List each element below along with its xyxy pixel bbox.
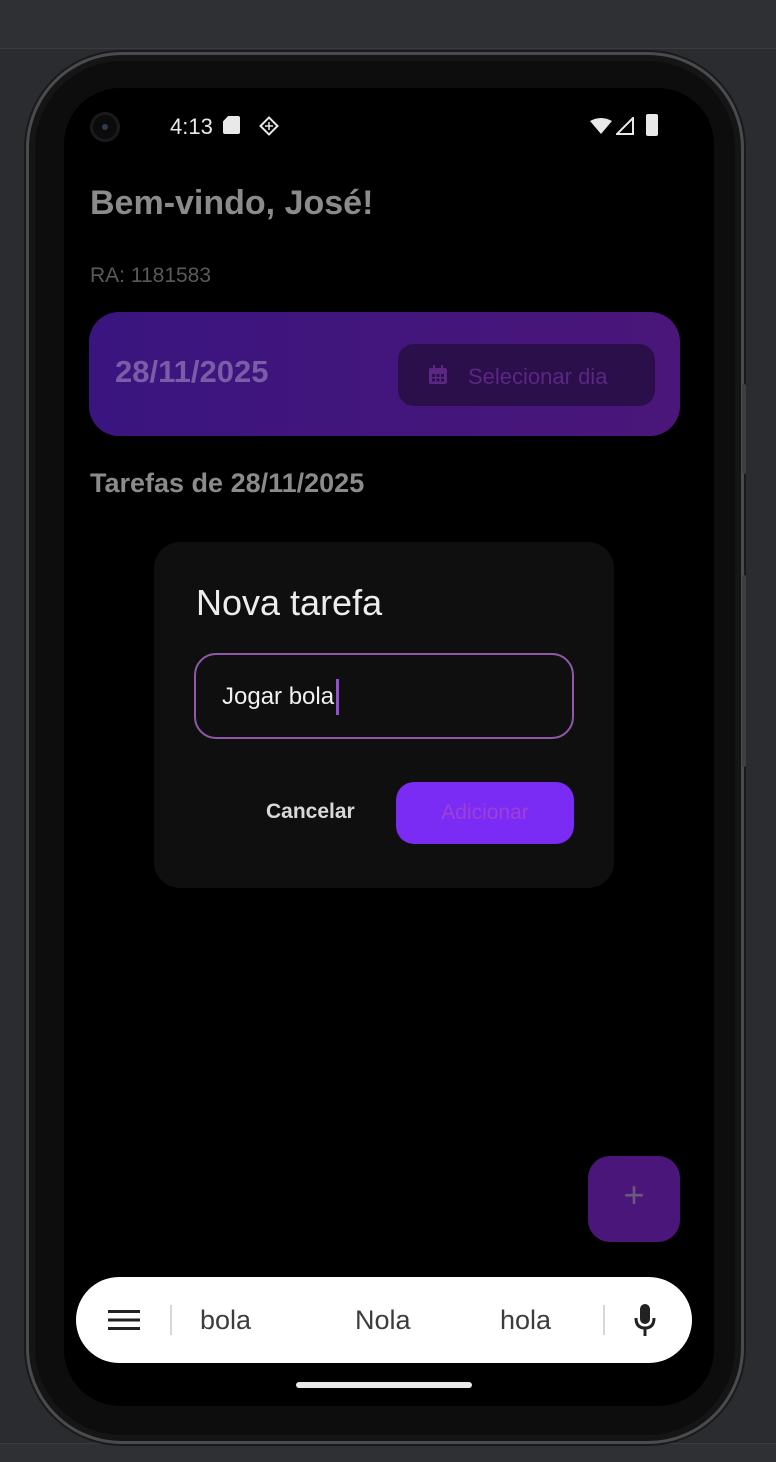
task-name-input[interactable]: Jogar bola <box>194 653 574 739</box>
suggestion-divider <box>603 1305 605 1335</box>
select-day-button[interactable]: Selecionar dia <box>398 344 655 406</box>
menu-icon[interactable] <box>108 1308 140 1332</box>
keyboard-suggestion-bar: bola Nola hola <box>76 1277 692 1363</box>
add-button-label: Adicionar <box>441 801 529 824</box>
suggestion-3[interactable]: hola <box>500 1305 551 1336</box>
app-screen: 4:13 Bem-vindo, José! RA: 1181583 28/11/… <box>64 88 714 1406</box>
battery-icon <box>646 114 658 136</box>
window-bottom-strip <box>0 1443 776 1462</box>
dialog-title: Nova tarefa <box>196 582 383 623</box>
diamond-notification-icon <box>259 116 279 136</box>
suggestion-2[interactable]: Nola <box>355 1305 411 1336</box>
volume-button[interactable] <box>742 575 746 767</box>
front-camera <box>90 112 120 142</box>
add-button[interactable]: Adicionar <box>396 782 574 844</box>
date-card: 28/11/2025 Selecionar dia <box>89 312 680 436</box>
mic-icon[interactable] <box>634 1304 656 1336</box>
text-cursor <box>336 679 339 715</box>
select-day-label: Selecionar dia <box>468 364 608 389</box>
plus-icon: + <box>623 1174 645 1215</box>
status-time: 4:13 <box>170 114 213 139</box>
gesture-nav-handle[interactable] <box>296 1382 472 1388</box>
cancel-button[interactable]: Cancelar <box>266 800 355 824</box>
sd-card-icon <box>223 116 240 134</box>
window-top-strip <box>0 0 776 49</box>
new-task-dialog: Nova tarefa Jogar bola Cancelar Adiciona… <box>154 542 614 888</box>
power-button[interactable] <box>742 384 746 474</box>
student-ra: RA: 1181583 <box>90 264 212 287</box>
task-input-value: Jogar bola <box>222 683 335 710</box>
calendar-icon <box>429 365 447 384</box>
suggestion-1[interactable]: bola <box>200 1305 251 1336</box>
signal-icon <box>616 117 634 135</box>
wifi-icon <box>590 118 612 134</box>
selected-date: 28/11/2025 <box>115 354 269 389</box>
welcome-heading: Bem-vindo, José! <box>90 184 374 222</box>
suggestion-divider <box>170 1305 172 1335</box>
add-task-fab[interactable]: + <box>588 1156 680 1242</box>
tasks-heading: Tarefas de 28/11/2025 <box>90 468 365 498</box>
